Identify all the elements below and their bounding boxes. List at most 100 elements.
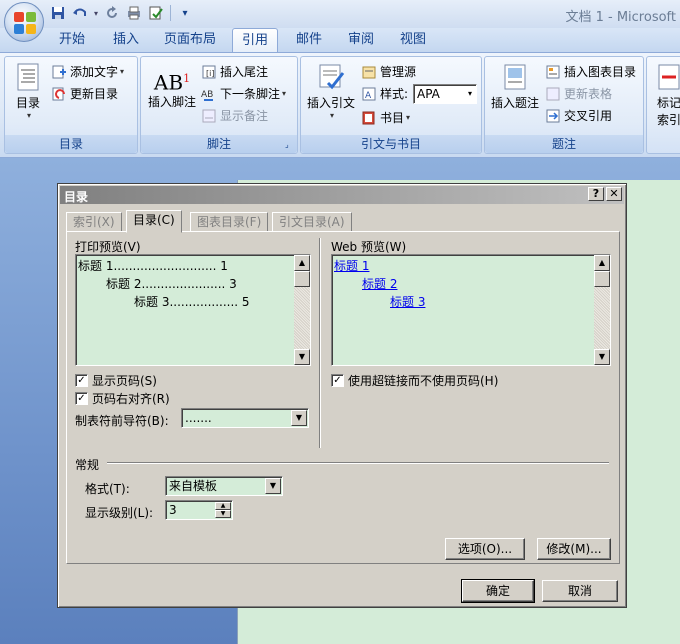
chevron-down-icon: ▾ (467, 89, 472, 98)
update-toc-icon (52, 87, 65, 100)
insert-table-of-figures-button[interactable]: 插入图表目录 (545, 63, 636, 80)
show-notes-button[interactable]: 显示备注 (201, 107, 268, 124)
footnote-group-label: 脚注 (141, 135, 297, 153)
quick-access-toolbar: ▾ ▾ (48, 3, 195, 23)
tab-page-layout[interactable]: 页面布局 (158, 28, 222, 52)
web-preview-scrollbar[interactable]: ▲ ▼ (594, 255, 610, 365)
toc-button[interactable]: 目录 ▾ (11, 63, 45, 120)
footnote-group: AB1 插入脚注 [i] 插入尾注 AB 下一条脚注 ▾ 显示备注 脚注 ⌟ (140, 56, 298, 154)
style-icon: A (362, 87, 376, 101)
print-preview-icon[interactable] (124, 4, 144, 22)
options-button[interactable]: 选项(O)... (445, 538, 525, 560)
undo-dropdown-icon[interactable]: ▾ (92, 4, 100, 22)
manage-sources-icon (362, 66, 376, 78)
mark-entry-button[interactable]: 标记 索引 (651, 63, 680, 128)
tab-toc[interactable]: 目录(C) (126, 210, 182, 233)
levels-label: 显示级别(L): (85, 506, 154, 520)
svg-text:AB: AB (201, 90, 213, 100)
print-preview-scrollbar[interactable]: ▲ ▼ (294, 255, 310, 365)
insert-endnote-button[interactable]: [i] 插入尾注 (201, 63, 268, 80)
insert-footnote-button[interactable]: AB1 插入脚注 (147, 65, 197, 110)
tab-view[interactable]: 视图 (392, 28, 434, 52)
qat-separator (170, 5, 171, 21)
right-align-checkbox[interactable]: ✓ 页码右对齐(R) (75, 390, 170, 407)
bibliography-button[interactable]: 书目 ▾ (361, 109, 410, 126)
svg-text:A: A (365, 91, 372, 101)
scroll-down-icon[interactable]: ▼ (294, 349, 310, 365)
toc-button-label: 目录 (15, 96, 40, 110)
scroll-up-icon[interactable]: ▲ (594, 255, 610, 271)
print-preview-line-2: 标题 2...................... 3 (106, 277, 237, 291)
web-preview-link-3[interactable]: 标题 3 (390, 293, 425, 310)
tab-index[interactable]: 索引(X) (66, 212, 122, 232)
manage-sources-button[interactable]: 管理源 (361, 63, 416, 80)
citation-group: 插入引文 ▾ 管理源 A 样式: APA ▾ 书目 ▾ 引文与书目 (300, 56, 482, 154)
customize-icon[interactable]: ▾ (175, 4, 195, 22)
spin-up-icon[interactable]: ▲ (215, 502, 231, 510)
panel-divider (319, 238, 321, 448)
use-hyperlinks-checkbox[interactable]: ✓ 使用超链接而不使用页码(H) (331, 372, 498, 389)
show-page-numbers-checkbox[interactable]: ✓ 显示页码(S) (75, 372, 157, 389)
tab-home[interactable]: 开始 (50, 28, 94, 52)
update-table-button[interactable]: 更新表格 (545, 85, 612, 102)
tab-leader-select[interactable]: ....... ▼ (181, 408, 309, 428)
office-logo-icon (14, 12, 36, 34)
spelling-icon[interactable] (146, 4, 166, 22)
title-bar: ▾ ▾ 文档 1 - Microsoft (0, 0, 680, 28)
insert-citation-button[interactable]: 插入引文 ▾ (305, 63, 357, 120)
web-preview-box[interactable]: 标题 1 标题 2 标题 3 ▲ ▼ (331, 254, 611, 366)
insert-footnote-label: 插入脚注 (147, 95, 196, 109)
table-of-figures-icon (546, 65, 560, 78)
undo-icon[interactable] (70, 4, 90, 22)
check-icon: ✓ (75, 392, 88, 405)
general-separator (107, 462, 609, 464)
caption-group-label: 题注 (485, 135, 643, 153)
toc-dialog: 目录 ? ✕ 索引(X) 目录(C) 图表目录(F) 引文目录(A) 打印预览(… (57, 183, 627, 608)
tab-mailings[interactable]: 邮件 (288, 28, 330, 52)
scroll-thumb[interactable] (294, 271, 310, 287)
levels-spinner[interactable]: 3 ▲ ▼ (165, 500, 233, 520)
scroll-up-icon[interactable]: ▲ (294, 255, 310, 271)
tab-table-of-figures[interactable]: 图表目录(F) (190, 212, 269, 232)
insert-caption-button[interactable]: 插入题注 (489, 63, 541, 111)
next-footnote-icon: AB (201, 90, 213, 101)
scroll-down-icon[interactable]: ▼ (594, 349, 610, 365)
save-icon[interactable] (48, 4, 68, 22)
tab-references[interactable]: 引用 (232, 28, 278, 53)
scroll-thumb[interactable] (594, 271, 610, 287)
redo-icon[interactable] (102, 4, 122, 22)
web-preview-link-1[interactable]: 标题 1 (334, 257, 369, 274)
format-label: 格式(T): (85, 482, 130, 496)
add-text-icon (52, 65, 66, 78)
window-title: 文档 1 - Microsoft (565, 10, 676, 25)
spin-down-icon[interactable]: ▼ (215, 510, 231, 518)
web-preview-link-2[interactable]: 标题 2 (362, 275, 397, 292)
next-footnote-button[interactable]: AB 下一条脚注 ▾ (201, 85, 286, 102)
cross-reference-button[interactable]: 交叉引用 (545, 107, 612, 124)
ok-button[interactable]: 确定 (461, 579, 535, 603)
cross-reference-icon (546, 109, 560, 122)
style-label: A 样式: (361, 85, 408, 102)
office-button[interactable] (4, 2, 44, 42)
toc-icon (17, 63, 39, 91)
caption-group: 插入题注 插入图表目录 更新表格 交叉引用 题注 (484, 56, 644, 154)
print-preview-line-1: 标题 1........................... 1 (78, 259, 228, 273)
dialog-launcher-icon[interactable]: ⌟ (285, 140, 295, 150)
tab-review[interactable]: 审阅 (340, 28, 382, 52)
close-icon[interactable]: ✕ (606, 187, 622, 201)
modify-button[interactable]: 修改(M)... (537, 538, 611, 560)
cancel-button[interactable]: 取消 (542, 580, 618, 602)
update-toc-button[interactable]: 更新目录 (51, 85, 118, 102)
add-text-button[interactable]: 添加文字 ▾ (51, 63, 124, 80)
format-select[interactable]: 来自模板 ▼ (165, 476, 283, 496)
endnote-icon: [i] (202, 65, 216, 78)
print-preview-box[interactable]: 标题 1........................... 1 标题 2..… (75, 254, 311, 366)
chevron-down-icon[interactable]: ▼ (265, 478, 281, 494)
index-group: 标记 索引 (646, 56, 680, 154)
tab-insert[interactable]: 插入 (104, 28, 148, 52)
help-icon[interactable]: ? (588, 187, 604, 201)
style-select[interactable]: APA ▾ (413, 84, 477, 104)
svg-text:[i]: [i] (206, 69, 214, 78)
tab-table-of-authorities[interactable]: 引文目录(A) (272, 212, 352, 232)
chevron-down-icon[interactable]: ▼ (291, 410, 307, 426)
